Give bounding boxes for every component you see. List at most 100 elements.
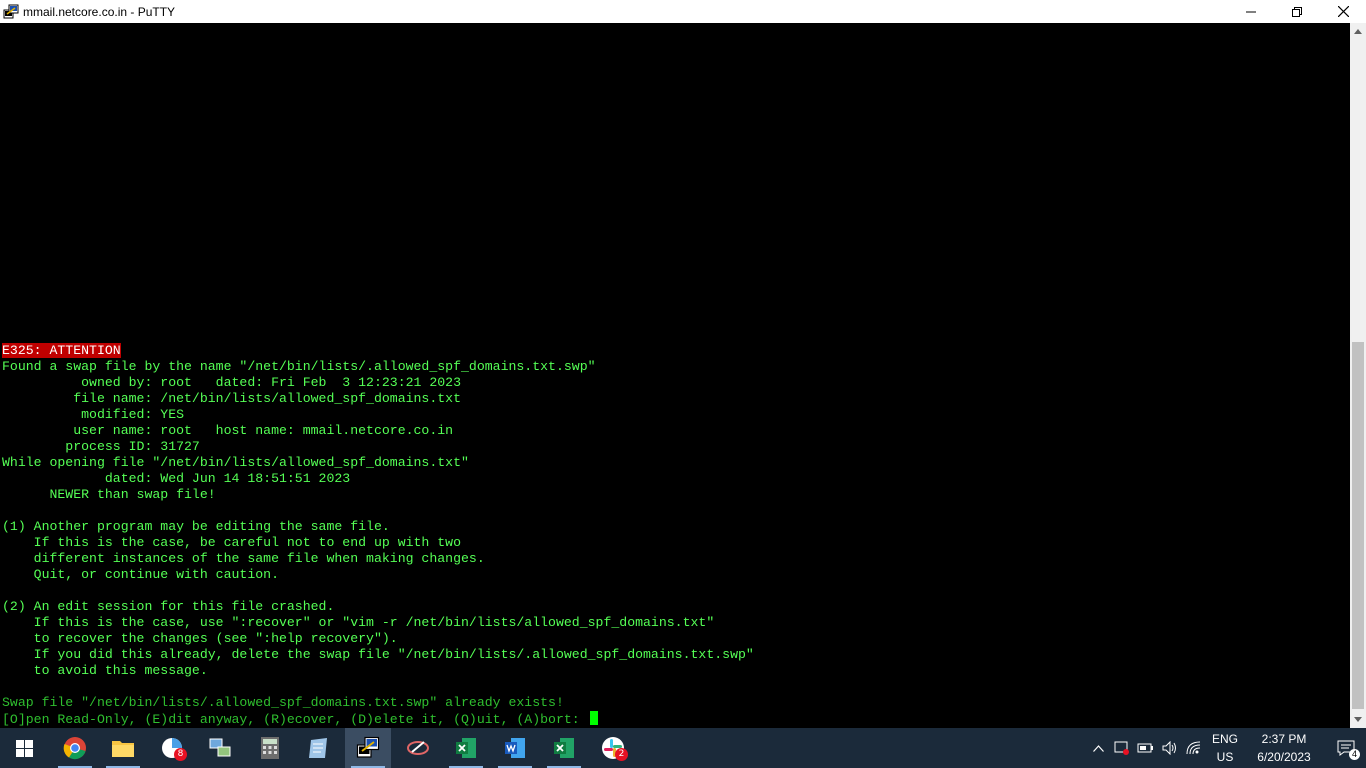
snipping-tool-icon <box>407 741 429 755</box>
terminal-line: NEWER than swap file! <box>2 487 754 503</box>
chrome-icon <box>63 737 86 760</box>
error-code-label: E325: ATTENTION <box>2 343 121 358</box>
taskbar-network-tool[interactable] <box>197 728 243 768</box>
security-shield-icon <box>1114 741 1129 755</box>
taskbar-excel[interactable] <box>443 728 489 768</box>
tray-clock[interactable]: 2:37 PM 6/20/2023 <box>1246 728 1322 768</box>
minimize-button[interactable] <box>1228 0 1274 23</box>
terminal-line: [O]pen Read-Only, (E)dit anyway, (R)ecov… <box>2 711 754 727</box>
excel-icon <box>554 738 574 758</box>
terminal-cursor <box>589 711 598 725</box>
terminal-line: owned by: root dated: Fri Feb 3 12:23:21… <box>2 375 754 391</box>
terminal-line: (1) Another program may be editing the s… <box>2 519 754 535</box>
tray-power-button[interactable] <box>1134 728 1158 768</box>
terminal-line: process ID: 31727 <box>2 439 754 455</box>
scroll-up-button[interactable] <box>1350 23 1366 40</box>
terminal-line-text: file name: /net/bin/lists/allowed_spf_do… <box>2 391 461 406</box>
taskbar-slack[interactable]: 2 <box>590 728 636 768</box>
terminal-line: to recover the changes (see ":help recov… <box>2 631 754 647</box>
terminal-line: Swap file "/net/bin/lists/.allowed_spf_d… <box>2 695 754 711</box>
caret-up-icon <box>1354 29 1362 34</box>
terminal-line-text: If this is the case, be careful not to e… <box>2 535 461 550</box>
calculator-icon <box>261 737 279 759</box>
tray-volume-button[interactable] <box>1158 728 1182 768</box>
terminal-line-text: While opening file "/net/bin/lists/allow… <box>2 455 469 470</box>
tray-security-button[interactable] <box>1110 728 1134 768</box>
start-button[interactable] <box>0 728 48 768</box>
terminal-line-text: (1) Another program may be editing the s… <box>2 519 390 534</box>
tray-network-button[interactable] <box>1182 728 1206 768</box>
terminal-line-text: dated: Wed Jun 14 18:51:51 2023 <box>2 471 351 486</box>
taskbar-calculator[interactable] <box>247 728 293 768</box>
show-hidden-icons-button[interactable] <box>1086 728 1110 768</box>
terminal-line: dated: Wed Jun 14 18:51:51 2023 <box>2 471 754 487</box>
terminal-line: Quit, or continue with caution. <box>2 567 754 583</box>
action-center-button[interactable]: 4 <box>1326 728 1366 768</box>
taskbar-snipping-tool[interactable] <box>395 728 441 768</box>
terminal-line: If you did this already, delete the swap… <box>2 647 754 663</box>
notepad-icon <box>309 738 327 758</box>
putty-icon <box>356 736 380 758</box>
taskbar-notepad[interactable] <box>296 728 342 768</box>
terminal-line: Found a swap file by the name "/net/bin/… <box>2 359 754 375</box>
terminal-line: E325: ATTENTION <box>2 343 754 359</box>
keyboard-layout: US <box>1216 750 1234 764</box>
terminal-line-text: user name: root host name: mmail.netcore… <box>2 423 454 438</box>
terminal-area[interactable]: E325: ATTENTION Found a swap file by the … <box>0 23 1350 728</box>
minimize-icon <box>1246 11 1256 12</box>
caret-down-icon <box>1354 717 1362 722</box>
window-titlebar[interactable]: mmail.netcore.co.in - PuTTY <box>0 0 1366 23</box>
slack-badge: 2 <box>615 748 628 761</box>
putty-icon <box>3 4 19 18</box>
terminal-line-text: [O]pen Read-Only, (E)dit anyway, (R)ecov… <box>2 712 588 727</box>
restore-icon <box>1292 6 1302 17</box>
terminal-output: E325: ATTENTION Found a swap file by the … <box>2 343 754 727</box>
terminal-line-text: Swap file "/net/bin/lists/.allowed_spf_d… <box>2 695 564 710</box>
file-explorer-icon <box>112 741 134 757</box>
window-title: mmail.netcore.co.in - PuTTY <box>23 4 176 19</box>
terminal-line-text: NEWER than swap file! <box>2 487 216 502</box>
taskbar-excel-2[interactable] <box>541 728 587 768</box>
scroll-down-button[interactable] <box>1350 711 1366 728</box>
terminal-line: If this is the case, use ":recover" or "… <box>2 615 754 631</box>
terminal-line: (2) An edit session for this file crashe… <box>2 599 754 615</box>
language-code: ENG <box>1211 732 1238 746</box>
taskbar-word[interactable] <box>492 728 538 768</box>
clock-date: 6/20/2023 <box>1257 750 1311 764</box>
taskbar-putty[interactable] <box>345 728 391 768</box>
chevron-up-icon <box>1092 744 1104 752</box>
scrollbar-thumb[interactable] <box>1352 342 1364 709</box>
tray-language-button[interactable]: ENG US <box>1208 728 1242 768</box>
terminal-line: file name: /net/bin/lists/allowed_spf_do… <box>2 391 754 407</box>
word-icon <box>505 738 525 758</box>
taskbar-chrome[interactable] <box>52 728 98 768</box>
terminal-line-text: Found a swap file by the name "/net/bin/… <box>2 359 596 374</box>
close-icon <box>1337 6 1349 17</box>
terminal-line: user name: root host name: mmail.netcore… <box>2 423 754 439</box>
taskbar-outlook[interactable]: 8 <box>149 728 195 768</box>
terminal-line: If this is the case, be careful not to e… <box>2 535 754 551</box>
excel-icon <box>456 738 476 758</box>
terminal-line-text: different instances of the same file whe… <box>2 551 485 566</box>
taskbar-file-explorer[interactable] <box>100 728 146 768</box>
windows-logo-icon <box>15 739 33 757</box>
terminal-line-text: modified: YES <box>2 407 185 422</box>
close-button[interactable] <box>1320 0 1366 23</box>
restore-button[interactable] <box>1274 0 1320 23</box>
terminal-line: While opening file "/net/bin/lists/allow… <box>2 455 754 471</box>
terminal-line-text: process ID: 31727 <box>2 439 200 454</box>
system-tray: ENG US 2:37 PM 6/20/2023 4 <box>1086 728 1366 768</box>
terminal-line: to avoid this message. <box>2 663 754 679</box>
terminal-line-text: If you did this already, delete the swap… <box>2 647 754 662</box>
wifi-icon <box>1186 741 1201 755</box>
clock-time: 2:37 PM <box>1261 732 1307 746</box>
terminal-line-text: (2) An edit session for this file crashe… <box>2 599 335 614</box>
battery-plug-icon <box>1137 743 1153 753</box>
taskbar: 8 2 ENG US 2:37 PM 6/20/2023 4 <box>0 728 1366 768</box>
terminal-line: modified: YES <box>2 407 754 423</box>
terminal-line-text: to recover the changes (see ":help recov… <box>2 631 398 646</box>
vertical-scrollbar[interactable] <box>1350 23 1366 728</box>
